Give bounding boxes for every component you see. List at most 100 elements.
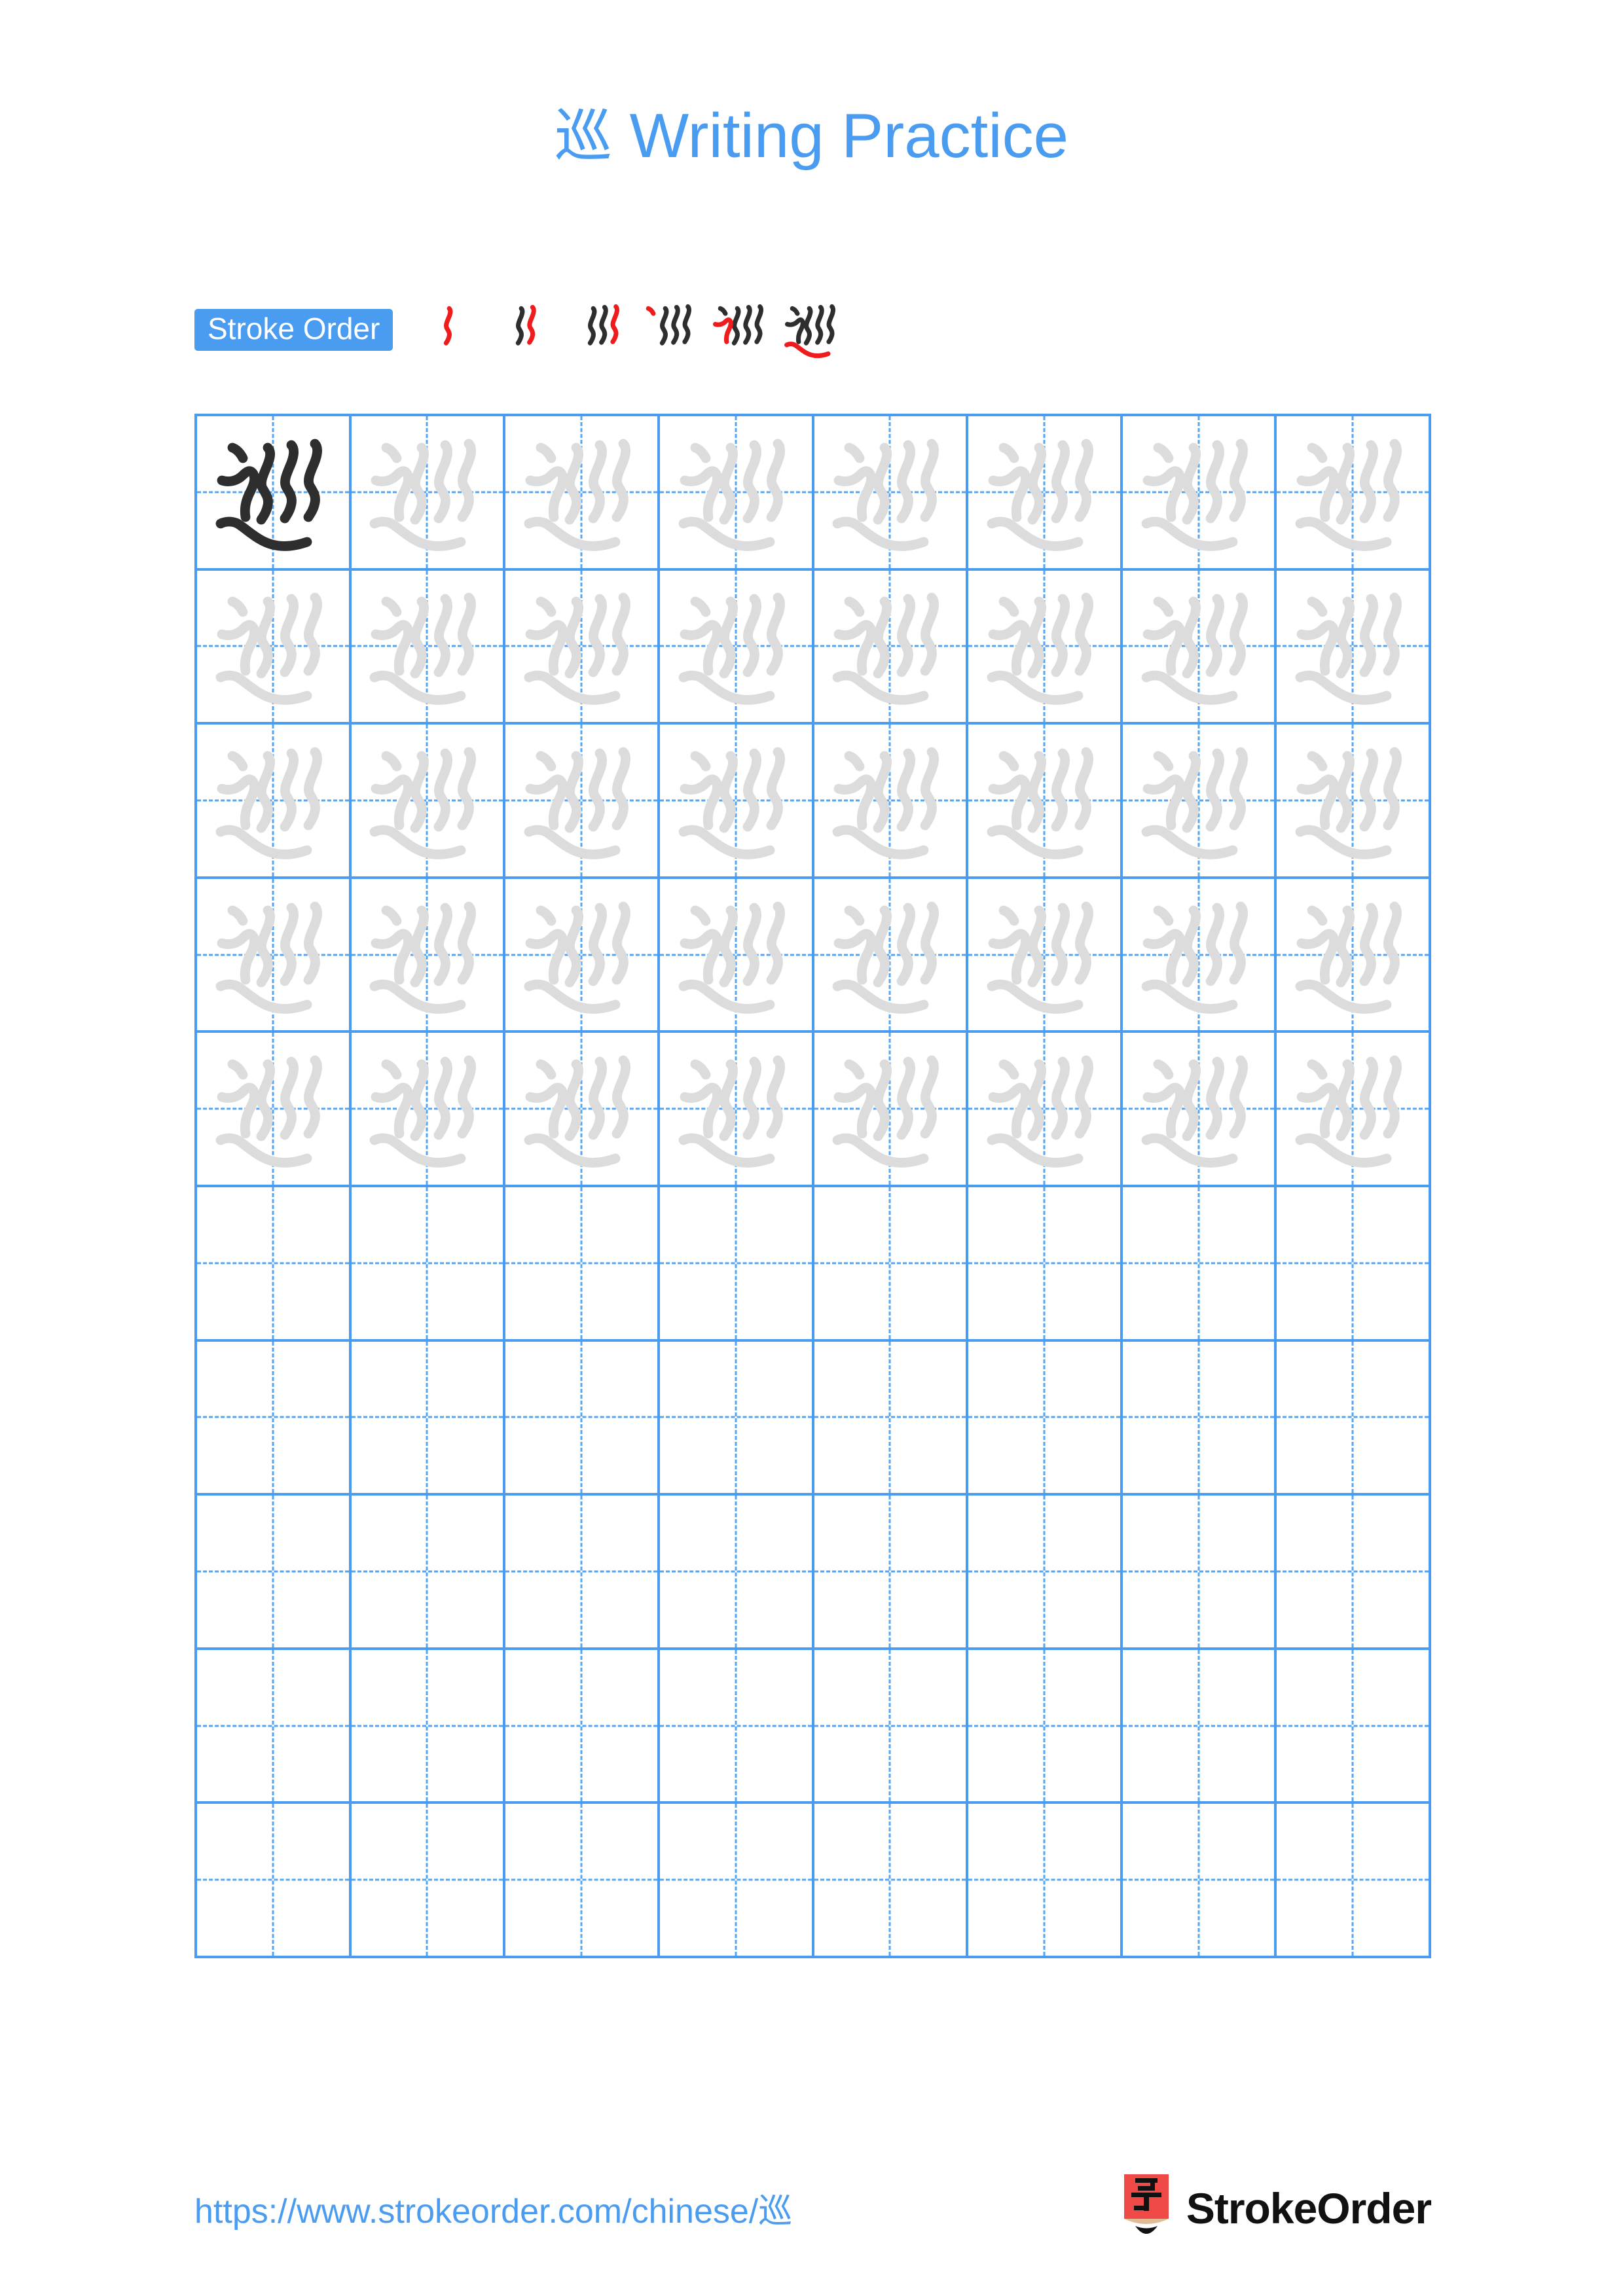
practice-cell-trace[interactable] bbox=[197, 725, 352, 879]
practice-cell-trace[interactable] bbox=[659, 878, 814, 1033]
practice-cell-blank[interactable] bbox=[1277, 1804, 1431, 1958]
practice-cell-trace[interactable] bbox=[1122, 725, 1277, 879]
practice-cell-trace[interactable] bbox=[814, 725, 969, 879]
practice-cell-trace[interactable] bbox=[351, 570, 506, 725]
practice-cell-blank[interactable] bbox=[351, 1187, 506, 1342]
practice-cell-trace[interactable] bbox=[1122, 1033, 1277, 1187]
practice-cell-blank[interactable] bbox=[1277, 1496, 1431, 1650]
practice-cell-blank[interactable] bbox=[968, 1341, 1123, 1496]
practice-cell-trace[interactable] bbox=[659, 725, 814, 879]
practice-cell-trace[interactable] bbox=[1277, 416, 1431, 571]
practice-cell-trace[interactable] bbox=[197, 570, 352, 725]
practice-cell-blank[interactable] bbox=[659, 1187, 814, 1342]
practice-cell-trace[interactable] bbox=[197, 878, 352, 1033]
trace-character bbox=[505, 571, 657, 723]
trace-character bbox=[968, 725, 1120, 876]
practice-cell-trace[interactable] bbox=[1277, 878, 1431, 1033]
brand-logo: StrokeOrder bbox=[1121, 2174, 1432, 2242]
practice-cell-trace[interactable] bbox=[814, 416, 969, 571]
trace-character bbox=[1123, 571, 1275, 723]
practice-cell-blank[interactable] bbox=[1122, 1187, 1277, 1342]
page-footer: https://www.strokeorder.com/chinese/巡 St… bbox=[0, 2174, 1623, 2265]
practice-cell-trace[interactable] bbox=[968, 725, 1123, 879]
practice-cell-blank[interactable] bbox=[814, 1496, 969, 1650]
practice-cell-blank[interactable] bbox=[505, 1187, 660, 1342]
practice-cell-trace[interactable] bbox=[505, 878, 660, 1033]
practice-cell-blank[interactable] bbox=[968, 1649, 1123, 1804]
practice-cell-trace[interactable] bbox=[814, 1033, 969, 1187]
practice-cell-blank[interactable] bbox=[1277, 1649, 1431, 1804]
practice-cell-blank[interactable] bbox=[197, 1649, 352, 1804]
practice-cell-trace[interactable] bbox=[505, 1033, 660, 1187]
practice-cell-blank[interactable] bbox=[505, 1649, 660, 1804]
practice-cell-blank[interactable] bbox=[351, 1496, 506, 1650]
brand-name: StrokeOrder bbox=[1186, 2184, 1432, 2233]
practice-cell-blank[interactable] bbox=[659, 1804, 814, 1958]
practice-cell-trace[interactable] bbox=[351, 416, 506, 571]
practice-cell-blank[interactable] bbox=[197, 1187, 352, 1342]
stroke-step-6 bbox=[780, 298, 843, 361]
practice-cell-trace[interactable] bbox=[1122, 878, 1277, 1033]
practice-cell-trace[interactable] bbox=[968, 570, 1123, 725]
practice-cell-blank[interactable] bbox=[814, 1649, 969, 1804]
practice-cell-blank[interactable] bbox=[351, 1341, 506, 1496]
practice-cell-blank[interactable] bbox=[814, 1804, 969, 1958]
practice-cell-trace[interactable] bbox=[197, 1033, 352, 1187]
practice-cell-blank[interactable] bbox=[351, 1804, 506, 1958]
practice-cell-blank[interactable] bbox=[1122, 1804, 1277, 1958]
practice-cell-blank[interactable] bbox=[197, 1341, 352, 1496]
practice-cell-trace[interactable] bbox=[1122, 416, 1277, 571]
practice-cell-blank[interactable] bbox=[1122, 1341, 1277, 1496]
practice-cell-blank[interactable] bbox=[659, 1496, 814, 1650]
trace-character bbox=[814, 725, 966, 876]
footer-url-link[interactable]: https://www.strokeorder.com/chinese/巡 bbox=[194, 2183, 792, 2233]
practice-cell-trace[interactable] bbox=[1122, 570, 1277, 725]
trace-character bbox=[505, 879, 657, 1031]
stroke-order-steps bbox=[420, 298, 852, 361]
practice-cell-blank[interactable] bbox=[814, 1187, 969, 1342]
practice-cell-trace[interactable] bbox=[505, 416, 660, 571]
practice-cell-trace[interactable] bbox=[659, 570, 814, 725]
practice-cell-blank[interactable] bbox=[1277, 1341, 1431, 1496]
practice-cell-model[interactable] bbox=[197, 416, 352, 571]
trace-character bbox=[1277, 879, 1429, 1031]
stroke-step-3 bbox=[564, 298, 627, 361]
trace-character bbox=[352, 571, 503, 723]
practice-cell-trace[interactable] bbox=[351, 725, 506, 879]
practice-cell-trace[interactable] bbox=[968, 416, 1123, 571]
practice-cell-blank[interactable] bbox=[197, 1496, 352, 1650]
practice-cell-blank[interactable] bbox=[1277, 1187, 1431, 1342]
practice-cell-blank[interactable] bbox=[505, 1341, 660, 1496]
practice-cell-trace[interactable] bbox=[814, 878, 969, 1033]
practice-cell-trace[interactable] bbox=[505, 725, 660, 879]
practice-cell-blank[interactable] bbox=[505, 1804, 660, 1958]
trace-character bbox=[1277, 1033, 1429, 1185]
practice-cell-trace[interactable] bbox=[968, 1033, 1123, 1187]
practice-cell-trace[interactable] bbox=[351, 1033, 506, 1187]
practice-cell-trace[interactable] bbox=[1277, 570, 1431, 725]
practice-cell-trace[interactable] bbox=[968, 878, 1123, 1033]
practice-cell-trace[interactable] bbox=[351, 878, 506, 1033]
practice-cell-trace[interactable] bbox=[1277, 725, 1431, 879]
practice-cell-blank[interactable] bbox=[505, 1496, 660, 1650]
practice-cell-trace[interactable] bbox=[814, 570, 969, 725]
practice-cell-blank[interactable] bbox=[659, 1649, 814, 1804]
practice-cell-blank[interactable] bbox=[1122, 1496, 1277, 1650]
practice-cell-blank[interactable] bbox=[1122, 1649, 1277, 1804]
practice-cell-trace[interactable] bbox=[505, 570, 660, 725]
practice-cell-blank[interactable] bbox=[351, 1649, 506, 1804]
practice-cell-blank[interactable] bbox=[968, 1496, 1123, 1650]
trace-character bbox=[352, 1033, 503, 1185]
practice-cell-blank[interactable] bbox=[197, 1804, 352, 1958]
practice-cell-blank[interactable] bbox=[814, 1341, 969, 1496]
page-title: 巡 Writing Practice bbox=[0, 98, 1623, 173]
trace-character bbox=[1123, 725, 1275, 876]
trace-character bbox=[660, 725, 812, 876]
practice-cell-trace[interactable] bbox=[1277, 1033, 1431, 1187]
practice-cell-blank[interactable] bbox=[659, 1341, 814, 1496]
practice-cell-trace[interactable] bbox=[659, 1033, 814, 1187]
practice-cell-blank[interactable] bbox=[968, 1187, 1123, 1342]
practice-cell-blank[interactable] bbox=[968, 1804, 1123, 1958]
trace-character bbox=[814, 416, 966, 568]
practice-cell-trace[interactable] bbox=[659, 416, 814, 571]
